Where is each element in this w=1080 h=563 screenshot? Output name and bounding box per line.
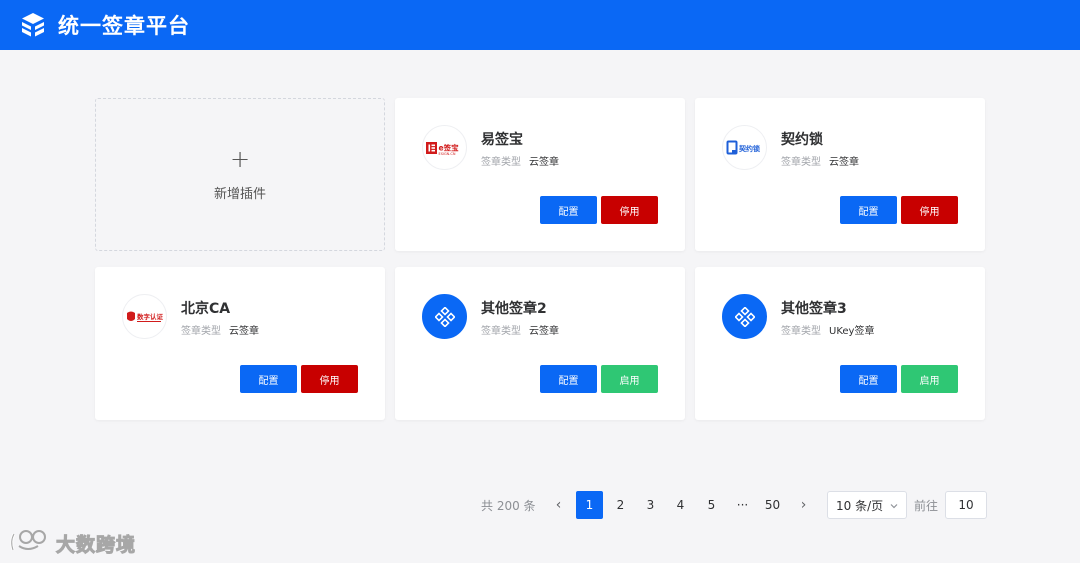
enable-button[interactable]: 启用: [601, 365, 658, 393]
type-value: 云签章: [829, 157, 859, 168]
disable-button[interactable]: 停用: [301, 365, 358, 393]
add-plugin-label: 新增插件: [213, 187, 266, 202]
page-size-select[interactable]: 10 条/页: [827, 491, 907, 519]
config-button[interactable]: 配置: [540, 196, 597, 224]
type-label: 签章类型: [781, 326, 821, 337]
disable-button[interactable]: 停用: [601, 196, 658, 224]
plugin-type: 签章类型 云签章: [781, 153, 859, 168]
svg-text:契约锁: 契约锁: [738, 144, 760, 153]
type-value: 云签章: [529, 157, 559, 168]
svg-text:ESIGN.CN: ESIGN.CN: [438, 152, 455, 156]
watermark-logo-icon: [8, 528, 52, 558]
plugin-type: 签章类型 云签章: [181, 322, 259, 337]
enable-button[interactable]: 启用: [901, 365, 958, 393]
page-4[interactable]: 4: [667, 491, 694, 519]
svg-text:数字认证: 数字认证: [137, 312, 164, 321]
config-button[interactable]: 配置: [240, 365, 297, 393]
plugin-name: 其他签章3: [781, 301, 847, 317]
total-count: 共 200 条: [481, 498, 536, 513]
plugin-card: e签宝 ESIGN.CN 易签宝 签章类型 云签章 配置 停用: [395, 98, 685, 251]
watermark-text: 大数跨境: [55, 533, 137, 556]
page-2[interactable]: 2: [607, 491, 634, 519]
goto-page-input[interactable]: 10: [945, 491, 987, 519]
add-plugin-card[interactable]: + 新增插件: [95, 98, 385, 251]
cube-logo-icon: [18, 10, 48, 40]
goto-label: 前往: [914, 498, 939, 513]
type-label: 签章类型: [481, 326, 521, 337]
chevron-down-icon: [889, 500, 899, 514]
plugin-card: 其他签章3 签章类型 UKey签章 配置 启用: [695, 267, 985, 420]
watermark: 大数跨境: [8, 528, 136, 558]
plugin-type: 签章类型 云签章: [481, 153, 559, 168]
type-value: 云签章: [529, 326, 559, 337]
plugin-card: 数字认证 北京CA 签章类型 云签章 配置 停用: [95, 267, 385, 420]
page-size-value: 10 条/页: [836, 498, 884, 513]
plugin-name: 其他签章2: [481, 301, 547, 317]
type-value: UKey签章: [829, 326, 875, 337]
type-label: 签章类型: [781, 157, 821, 168]
config-button[interactable]: 配置: [840, 365, 897, 393]
app-title: 统一签章平台: [58, 14, 190, 38]
plugin-type: 签章类型 UKey签章: [781, 322, 874, 337]
top-bar: 统一签章平台: [0, 0, 1080, 50]
plugin-card: 其他签章2 签章类型 云签章 配置 启用: [395, 267, 685, 420]
esign-logo: e签宝 ESIGN.CN: [422, 125, 467, 170]
plugin-name: 北京CA: [181, 301, 231, 317]
plugin-name: 契约锁: [781, 132, 823, 148]
page-50[interactable]: 50: [759, 491, 786, 519]
page-5[interactable]: 5: [698, 491, 725, 519]
page-3[interactable]: 3: [637, 491, 664, 519]
more-pages-ellipsis[interactable]: ···: [729, 491, 756, 519]
qiyuesuo-logo: 契约锁: [722, 125, 767, 170]
disable-button[interactable]: 停用: [901, 196, 958, 224]
next-page-icon[interactable]: ›: [790, 491, 817, 519]
plugin-default-icon: [722, 294, 767, 339]
type-value: 云签章: [229, 326, 259, 337]
plugin-card: 契约锁 契约锁 签章类型 云签章 配置 停用: [695, 98, 985, 251]
type-label: 签章类型: [481, 157, 521, 168]
type-label: 签章类型: [181, 326, 221, 337]
bjca-logo: 数字认证: [122, 294, 167, 339]
config-button[interactable]: 配置: [840, 196, 897, 224]
svg-text:e签宝: e签宝: [438, 142, 459, 152]
plus-icon: +: [229, 145, 251, 173]
config-button[interactable]: 配置: [540, 365, 597, 393]
page-1[interactable]: 1: [576, 491, 603, 519]
plugin-type: 签章类型 云签章: [481, 322, 559, 337]
prev-page-icon[interactable]: ‹: [545, 491, 572, 519]
plugin-name: 易签宝: [481, 132, 523, 148]
plugin-default-icon: [422, 294, 467, 339]
pagination: 共 200 条 ‹ 1 2 3 4 5 ··· 50 › 10 条/页 前往 1…: [481, 491, 991, 519]
